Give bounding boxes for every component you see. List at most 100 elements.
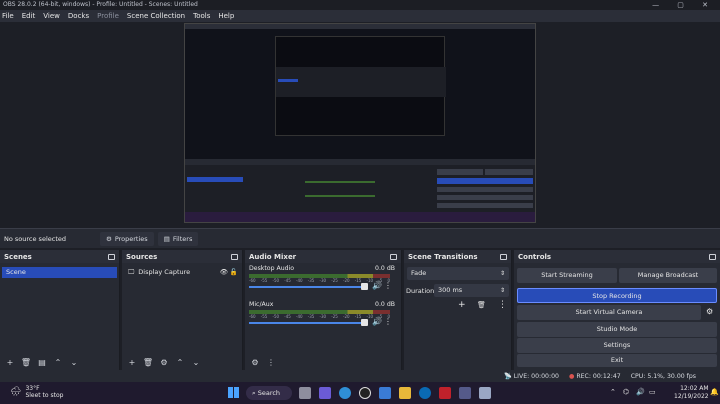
cpu-status: CPU: 5.1%, 30.00 fps [630,372,696,380]
preview-recursive-taskbar [185,212,535,222]
source-toolbar: No source selected ⚙ Properties ▤ Filter… [0,228,720,248]
search-label: Search [257,389,281,397]
lock-icon[interactable]: 🔓 [230,267,238,278]
channel-name: Mic/Aux [249,301,274,308]
program-preview[interactable] [184,23,536,223]
transition-select[interactable]: Fade ⇕ [407,267,509,280]
settings-button[interactable]: Settings [517,338,717,353]
windows-start-icon[interactable] [228,387,239,398]
arrow-up-icon[interactable]: ⌃ [52,356,64,368]
clock-date: 12/19/2022 [674,393,709,400]
undock-icon[interactable] [231,253,238,260]
tray-chevron-icon[interactable]: ⌃ [610,388,616,396]
menu-docks[interactable]: Docks [68,12,89,20]
speaker-icon[interactable]: 🔊 [372,317,382,326]
mail-icon[interactable] [379,387,391,399]
mixer-channel-desktop: Desktop Audio 0.0 dB -60 -55 -50 -45 -40 -35-… [248,263,398,299]
stop-recording-button[interactable]: Stop Recording [517,288,717,303]
taskbar-search[interactable]: ⌕ Search [246,386,292,400]
trash-icon[interactable]: 🗑 [142,356,154,368]
transition-value: Fade [411,269,427,277]
volume-slider[interactable] [249,286,367,288]
preview-recursive-inner [275,36,446,136]
duration-input[interactable]: 300 ms ⇕ [434,284,509,297]
arrow-up-icon[interactable]: ⌃ [174,356,186,368]
store-icon[interactable] [459,387,471,399]
file-explorer-icon[interactable] [399,387,411,399]
eye-icon[interactable]: 👁 [220,267,228,278]
duration-label: Duration [406,287,435,295]
meter-ticks: -60 -55 -50 -45 -40 -35 -30 -25 -20 -15 -10 -5 0 [249,314,390,319]
gear-icon[interactable]: ⚙ [158,356,170,368]
add-icon[interactable]: + [458,300,466,310]
more-icon[interactable]: ⋮ [265,356,277,368]
volume-slider-thumb[interactable] [361,283,368,290]
weather-widget[interactable]: 🌧 33°F Sleet to stop [10,385,63,399]
volume-slider[interactable] [249,322,367,324]
filter-icon[interactable]: ▤ [36,356,48,368]
exit-button[interactable]: Exit [517,354,717,367]
network-icon[interactable]: ⌬ [623,388,629,396]
source-item[interactable]: 🖵 Display Capture 👁 🔓 [124,267,240,278]
undock-icon[interactable] [390,253,397,260]
add-icon[interactable]: + [126,356,138,368]
more-icon[interactable]: ⋮ [384,317,392,326]
sources-list: 🖵 Display Capture 👁 🔓 [122,267,242,278]
menu-scene-collection[interactable]: Scene Collection [127,12,185,20]
mixer-header: Audio Mixer [245,250,401,263]
controls-dock: Controls Start Streaming Manage Broadcas… [514,250,720,370]
chat-icon[interactable] [319,387,331,399]
menu-view[interactable]: View [43,12,60,20]
monitor-icon: 🖵 [128,268,135,276]
clock[interactable]: 12:02 AM 12/19/2022 [674,385,709,401]
more-icon[interactable]: ⋮ [498,300,507,310]
more-icon[interactable]: ⋮ [384,281,392,290]
status-bar: 📡 LIVE: 00:00:00 ● REC: 00:12:47 CPU: 5.… [0,370,720,382]
battery-icon[interactable]: ▭ [649,388,656,396]
arrow-down-icon[interactable]: ⌄ [190,356,202,368]
app-icon[interactable] [479,387,491,399]
speaker-icon[interactable]: 🔊 [372,281,382,290]
edge-icon[interactable] [339,387,351,399]
filter-icon: ▤ [163,234,170,243]
menu-file[interactable]: File [2,12,14,20]
obs-icon[interactable] [359,387,371,399]
menu-profile[interactable]: Profile [97,12,119,20]
undock-icon[interactable] [500,253,507,260]
volume-slider-thumb[interactable] [361,319,368,326]
start-virtual-camera-button[interactable]: Start Virtual Camera [517,305,701,320]
scene-transitions-dock: Scene Transitions Fade ⇕ Duration 300 ms… [404,250,512,370]
channel-name: Desktop Audio [249,265,295,272]
notification-icon[interactable]: 🔔 [710,388,719,396]
weather-temp: 33°F [25,385,40,392]
controls-title: Controls [518,252,552,261]
gear-icon[interactable]: ⚙ [706,307,713,316]
properties-button[interactable]: ⚙ Properties [100,231,154,246]
windows-taskbar: 🌧 33°F Sleet to stop ⌕ Search ⌃ ⌬ 🔊 ▭ 12… [0,382,720,404]
add-icon[interactable]: + [4,356,16,368]
mcafee-icon[interactable] [439,387,451,399]
start-streaming-button[interactable]: Start Streaming [517,268,617,283]
gear-icon[interactable]: ⚙ [249,356,261,368]
undock-icon[interactable] [709,253,716,260]
window-controls[interactable]: — ▢ ✕ [652,0,716,10]
menu-help[interactable]: Help [218,12,234,20]
arrow-down-icon[interactable]: ⌄ [68,356,80,368]
mixer-footer: ⚙ ⋮ [245,354,401,370]
filters-button[interactable]: ▤ Filters [157,231,199,246]
volume-icon[interactable]: 🔊 [636,388,645,396]
scene-item[interactable]: Scene [2,267,117,278]
trash-icon[interactable]: 🗑 [20,356,32,368]
menu-tools[interactable]: Tools [193,12,210,20]
dell-icon[interactable] [419,387,431,399]
window-title: OBS 28.0.2 (64-bit, windows) - Profile: … [3,1,198,8]
task-view-icon[interactable] [299,387,311,399]
undock-icon[interactable] [108,253,115,260]
scenes-footer: + 🗑 ▤ ⌃ ⌄ [0,354,119,370]
studio-mode-button[interactable]: Studio Mode [517,322,717,337]
sources-dock: Sources 🖵 Display Capture 👁 🔓 + 🗑 ⚙ ⌃ ⌄ [122,250,243,370]
rec-status: ● REC: 00:12:47 [568,372,621,380]
trash-icon[interactable]: 🗑 [477,301,486,309]
menu-edit[interactable]: Edit [22,12,36,20]
manage-broadcast-button[interactable]: Manage Broadcast [619,268,717,283]
